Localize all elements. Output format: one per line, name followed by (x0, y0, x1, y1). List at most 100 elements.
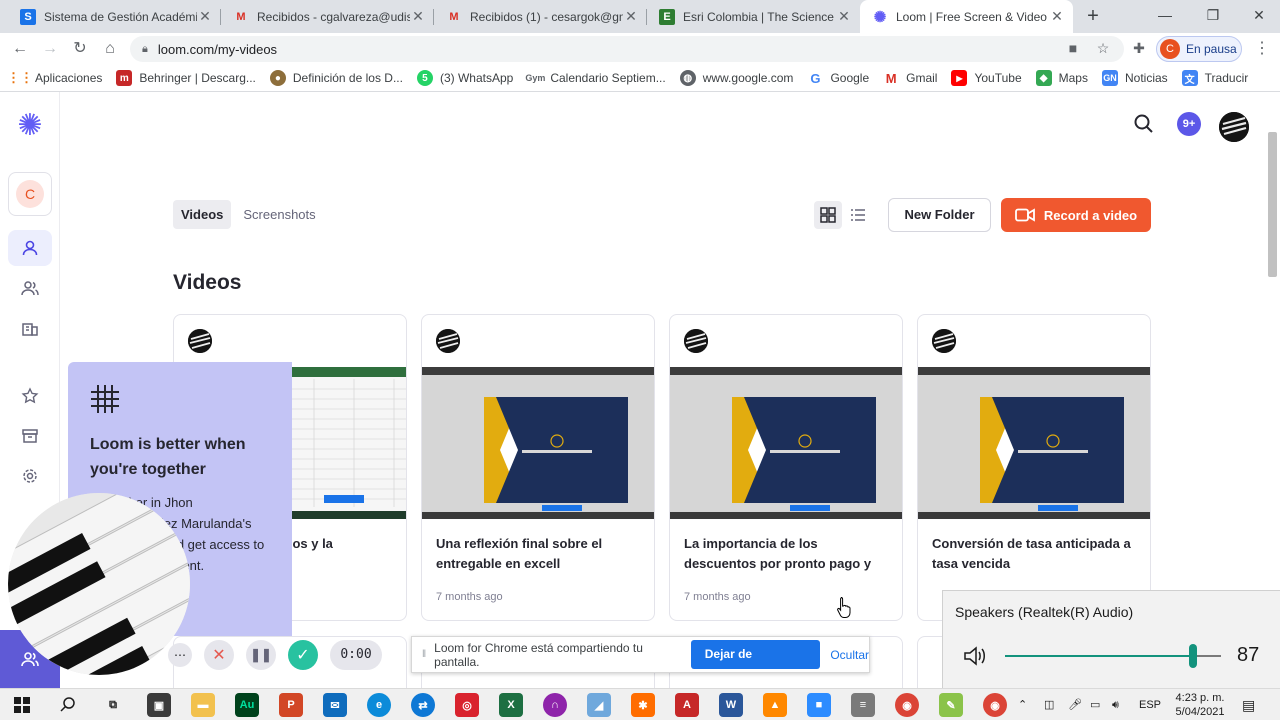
browser-tab-esri[interactable]: E Esri Colombia | The Science of Where ✕ (647, 0, 860, 33)
camera-icon[interactable]: ■ (1062, 37, 1084, 59)
word-icon[interactable]: W (719, 693, 743, 717)
notifications-icon[interactable]: ▤ (1242, 689, 1255, 720)
edge-icon[interactable]: e (367, 693, 391, 717)
drag-handle-icon[interactable]: ‖ (422, 649, 426, 660)
bookmark-definicion[interactable]: ● Definición de los D... (269, 70, 403, 86)
zoom-icon[interactable]: ■ (807, 693, 831, 717)
video-title[interactable]: Conversión de tasa anticipada a tasa ven… (932, 534, 1138, 574)
avatar[interactable] (1219, 112, 1249, 142)
bookmark-google[interactable]: G Google (807, 70, 869, 86)
extensions-icon[interactable]: ✚ (1128, 37, 1150, 59)
new-folder-button[interactable]: New Folder (888, 198, 991, 232)
tab-screenshots[interactable]: Screenshots (235, 200, 323, 229)
workspace-switcher[interactable]: C (8, 172, 52, 216)
bookmark-maps[interactable]: ◆ Maps (1035, 70, 1088, 86)
video-title[interactable]: Una reflexión final sobre el entregable … (436, 534, 642, 574)
powerpoint-icon[interactable]: P (279, 693, 303, 717)
clock[interactable]: 4:23 p. m. 5/04/2021 (1172, 691, 1228, 719)
notifications-badge[interactable]: 9+ (1177, 112, 1201, 136)
stop-sharing-button[interactable]: Dejar de compartir (690, 640, 821, 690)
star-icon[interactable]: ☆ (1092, 37, 1114, 59)
headphones-icon[interactable]: ∩ (543, 693, 567, 717)
grid-view-icon[interactable] (814, 201, 842, 229)
app-icon[interactable]: ✱ (631, 693, 655, 717)
bookmark-youtube[interactable]: ▶ YouTube (951, 70, 1022, 86)
video-card[interactable]: Una reflexión final sobre el entregable … (421, 314, 655, 621)
chrome-icon[interactable]: ◉ (895, 693, 919, 717)
language-indicator[interactable]: ESP (1139, 689, 1161, 720)
browser-tab-loom[interactable]: ✺ Loom | Free Screen & Video Recording ✕ (860, 0, 1073, 33)
pdf-reader-icon[interactable]: ◎ (455, 693, 479, 717)
sidebar-item-my-library[interactable] (8, 230, 52, 266)
tray-overflow-icon[interactable]: ⌃ (1018, 689, 1027, 720)
forward-icon[interactable]: → (38, 37, 62, 61)
bookmark-noticias[interactable]: GN Noticias (1101, 70, 1168, 86)
video-thumbnail[interactable] (422, 367, 654, 519)
close-icon[interactable]: ✕ (410, 8, 426, 25)
tab-videos[interactable]: Videos (173, 200, 232, 229)
video-thumbnail[interactable] (670, 367, 902, 519)
sidebar-item-shared[interactable] (8, 270, 52, 306)
finish-recording-button[interactable]: ✓ (288, 640, 318, 670)
list-view-icon[interactable] (844, 201, 872, 229)
bookmark-gmail[interactable]: M Gmail (883, 70, 938, 86)
profile-button[interactable]: C En pausa (1156, 36, 1242, 62)
chrome-icon[interactable]: ◉ (983, 693, 1007, 717)
sidebar-item-favorites[interactable] (8, 378, 52, 414)
mail-icon[interactable]: ✉ (323, 693, 347, 717)
sidebar-item-archive[interactable] (8, 418, 52, 454)
search-icon[interactable] (1132, 112, 1156, 136)
sidebar-item-settings[interactable] (8, 458, 52, 494)
delete-recording-button[interactable]: ✕ (204, 640, 234, 670)
close-icon[interactable]: ✕ (197, 8, 213, 25)
vlc-icon[interactable]: ▲ (763, 693, 787, 717)
close-icon[interactable]: ✕ (836, 8, 852, 25)
store-icon[interactable]: ▣ (147, 693, 171, 717)
folder-icon[interactable]: ▬ (191, 693, 215, 717)
windows-start-icon[interactable] (14, 697, 30, 713)
reload-icon[interactable]: ↻ (68, 37, 92, 61)
bookmark-calendario[interactable]: Gym Calendario Septiem... (525, 70, 665, 86)
meet-now-icon[interactable]: ◫ (1044, 689, 1054, 720)
restore-button[interactable]: ❐ (1190, 0, 1236, 30)
audition-icon[interactable]: Au (235, 693, 259, 717)
loom-logo-icon[interactable]: ✺ (14, 110, 46, 142)
bookmark-whatsapp[interactable]: 5 (3) WhatsApp (416, 70, 513, 86)
teamviewer-icon[interactable]: ⇄ (411, 693, 435, 717)
battery-icon[interactable]: ▭ (1090, 689, 1100, 720)
search-icon[interactable] (59, 696, 77, 714)
microphone-icon[interactable]: 🎤︎ (1068, 689, 1082, 720)
speaker-icon[interactable]: 🔊︎ (1112, 689, 1119, 720)
hide-button[interactable]: Ocultar (830, 648, 869, 662)
volume-thumb[interactable] (1189, 644, 1197, 668)
menu-icon[interactable]: ⋮ (1254, 37, 1270, 61)
video-card[interactable]: La importancia de los descuentos por pro… (669, 314, 903, 621)
browser-tab-gmail-2[interactable]: M Recibidos (1) - cesargok@gmail.com ✕ (434, 0, 647, 33)
video-thumbnail[interactable] (918, 367, 1150, 519)
home-icon[interactable]: ⌂ (98, 37, 122, 61)
close-icon[interactable]: ✕ (1049, 8, 1065, 25)
record-video-button[interactable]: Record a video (1001, 198, 1151, 232)
app-icon[interactable]: ≡ (851, 693, 875, 717)
video-card[interactable]: Conversión de tasa anticipada a tasa ven… (917, 314, 1151, 621)
minimize-button[interactable]: — (1142, 0, 1188, 30)
task-view-icon[interactable]: ⧉ (101, 693, 125, 717)
speaker-icon[interactable] (963, 645, 989, 667)
audio-device-name[interactable]: Speakers (Realtek(R) Audio) (955, 604, 1133, 620)
page-scrollbar[interactable] (1268, 132, 1277, 277)
close-window-button[interactable]: ✕ (1236, 0, 1280, 30)
camera-bubble[interactable] (8, 493, 190, 675)
pause-recording-button[interactable]: ❚❚ (246, 640, 276, 670)
excel-icon[interactable]: X (499, 693, 523, 717)
bookmark-google-com[interactable]: ◍ www.google.com (679, 70, 793, 86)
close-icon[interactable]: ✕ (623, 8, 639, 25)
browser-tab-gmail-1[interactable]: M Recibidos - cgalvareza@udistrital.edu.… (221, 0, 434, 33)
browser-tab-sga[interactable]: S Sistema de Gestión Académica ✕ (8, 0, 221, 33)
back-icon[interactable]: ← (8, 37, 32, 61)
app-icon[interactable]: ◢ (587, 693, 611, 717)
sidebar-item-workspace[interactable] (8, 310, 52, 346)
more-options-button[interactable]: ⋯ (168, 643, 192, 667)
bookmark-aplicaciones[interactable]: ⋮⋮ Aplicaciones (7, 70, 102, 86)
bookmark-traducir[interactable]: 文 Traducir (1181, 70, 1248, 86)
new-tab-button[interactable]: + (1081, 4, 1105, 28)
